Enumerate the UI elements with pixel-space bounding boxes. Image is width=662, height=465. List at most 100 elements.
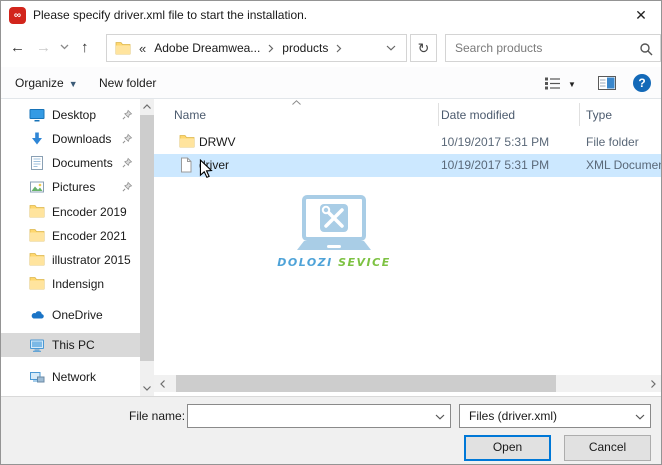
sidebar-item-pictures[interactable]: Pictures [1, 175, 140, 199]
file-row-drwv[interactable]: DRWV 10/19/2017 5:31 PM File folder [154, 131, 661, 154]
open-button[interactable]: Open [464, 435, 551, 461]
sidebar-item-label: This PC [52, 338, 95, 352]
xml-file-icon [179, 157, 193, 173]
sidebar-scrollbar-thumb[interactable] [140, 115, 154, 361]
breadcrumb-segment[interactable]: products [282, 41, 328, 55]
watermark-text: DOLOZI SEVICE [234, 256, 434, 269]
new-folder-button[interactable]: New folder [99, 76, 156, 90]
breadcrumb-separator-icon[interactable] [336, 44, 342, 53]
sidebar-scrollbar[interactable] [140, 99, 154, 396]
scroll-left-icon[interactable] [154, 375, 170, 392]
file-type-select[interactable]: Files (driver.xml) [459, 404, 651, 428]
folder-icon [179, 134, 195, 148]
file-name-label: File name: [129, 409, 185, 423]
folder-icon [29, 252, 45, 268]
cancel-button[interactable]: Cancel [564, 435, 651, 461]
navigation-pane: Desktop Downloads Documents Pictures Enc [1, 99, 140, 396]
search-input[interactable] [446, 35, 632, 61]
pin-icon [121, 133, 133, 145]
column-headers: Name Date modified Type [154, 99, 661, 129]
file-type-value: Files (driver.xml) [469, 409, 557, 423]
refresh-button[interactable]: ↻ [410, 34, 437, 62]
watermark-logo: DOLOZI SEVICE [234, 195, 434, 269]
horizontal-scrollbar-thumb[interactable] [176, 375, 556, 392]
sidebar-item-label: Desktop [52, 108, 96, 122]
sidebar-item-label: Encoder 2019 [52, 205, 127, 219]
organize-caret-icon: ▼ [69, 79, 78, 89]
file-row-driver[interactable]: driver 10/19/2017 5:31 PM XML Document [154, 154, 661, 177]
sidebar-item-label: Pictures [52, 180, 95, 194]
up-icon[interactable]: ↑ [81, 39, 89, 56]
column-header-name[interactable]: Name [174, 108, 206, 122]
views-dropdown-caret-icon[interactable]: ▼ [568, 80, 576, 89]
folder-icon [115, 41, 131, 55]
title-bar: ∞ Please specify driver.xml file to star… [1, 1, 661, 29]
command-bar: Organize ▼ New folder ▼ ? [1, 67, 661, 99]
help-icon: ? [638, 76, 645, 90]
watermark-word-2: SEVICE [338, 256, 391, 269]
sidebar-item-this-pc[interactable]: This PC [1, 333, 140, 357]
folder-icon [29, 228, 45, 244]
column-header-date-modified[interactable]: Date modified [441, 108, 515, 122]
file-list: Name Date modified Type DRWV 10/19/2017 … [154, 99, 661, 396]
this-pc-icon [29, 337, 45, 353]
downloads-icon [29, 131, 45, 147]
dialog-body: Desktop Downloads Documents Pictures Enc [1, 99, 661, 396]
recent-locations-chevron-icon[interactable] [60, 44, 69, 50]
preview-pane-icon[interactable] [598, 76, 616, 90]
address-bar[interactable]: « Adobe Dreamwea... products [106, 34, 407, 62]
search-icon[interactable] [639, 42, 653, 56]
breadcrumb-overflow[interactable]: « [139, 41, 146, 56]
scroll-down-icon[interactable] [140, 381, 154, 396]
file-date-modified: 10/19/2017 5:31 PM [441, 158, 549, 172]
organize-button[interactable]: Organize ▼ [15, 76, 78, 90]
back-icon[interactable]: ← [10, 39, 25, 56]
mouse-cursor [199, 159, 213, 179]
onedrive-cloud-icon [29, 307, 45, 323]
adobe-creative-cloud-icon: ∞ [9, 7, 26, 24]
file-name: DRWV [199, 135, 235, 149]
sidebar-item-illustrator-2015[interactable]: illustrator 2015 [1, 248, 140, 272]
pictures-icon [29, 179, 45, 195]
sidebar-item-encoder-2019[interactable]: Encoder 2019 [1, 200, 140, 224]
folder-icon [29, 204, 45, 220]
sidebar-item-network[interactable]: Network [1, 365, 140, 389]
sidebar-item-label: Downloads [52, 132, 111, 146]
file-type: File folder [586, 135, 639, 149]
repair-laptop-icon [289, 195, 379, 255]
watermark-word-1: DOLOZI [277, 256, 333, 269]
forward-icon: → [36, 39, 51, 56]
sidebar-item-label: Network [52, 370, 96, 384]
column-header-type[interactable]: Type [586, 108, 612, 122]
search-box [445, 34, 661, 62]
file-type: XML Document [586, 158, 661, 172]
breadcrumb-separator-icon[interactable] [268, 44, 274, 53]
help-button[interactable]: ? [633, 74, 651, 92]
horizontal-scrollbar[interactable] [154, 375, 661, 392]
column-divider[interactable] [438, 103, 439, 126]
file-name-combo [187, 404, 451, 428]
scroll-up-icon[interactable] [140, 99, 154, 114]
sidebar-item-indensign[interactable]: Indensign [1, 272, 140, 296]
sidebar-item-downloads[interactable]: Downloads [1, 127, 140, 151]
network-icon [29, 369, 45, 385]
documents-icon [29, 155, 45, 171]
close-icon[interactable]: ✕ [629, 7, 653, 24]
pin-icon [121, 109, 133, 121]
address-dropdown-chevron-icon[interactable] [386, 45, 396, 51]
organize-label: Organize [15, 76, 64, 90]
details-view-icon[interactable] [544, 77, 561, 90]
sidebar-item-onedrive[interactable]: OneDrive [1, 303, 140, 327]
scroll-right-icon[interactable] [645, 375, 661, 392]
pin-icon [121, 181, 133, 193]
file-name-input[interactable] [188, 405, 428, 427]
column-divider[interactable] [579, 103, 580, 126]
sidebar-item-desktop[interactable]: Desktop [1, 103, 140, 127]
sidebar-item-encoder-2021[interactable]: Encoder 2021 [1, 224, 140, 248]
sidebar-item-documents[interactable]: Documents [1, 151, 140, 175]
dialog-title: Please specify driver.xml file to start … [33, 8, 307, 22]
desktop-icon [29, 107, 45, 123]
file-name-dropdown-chevron-icon[interactable] [435, 414, 445, 420]
file-open-dialog: ∞ Please specify driver.xml file to star… [0, 0, 662, 465]
breadcrumb-segment[interactable]: Adobe Dreamwea... [154, 41, 260, 55]
